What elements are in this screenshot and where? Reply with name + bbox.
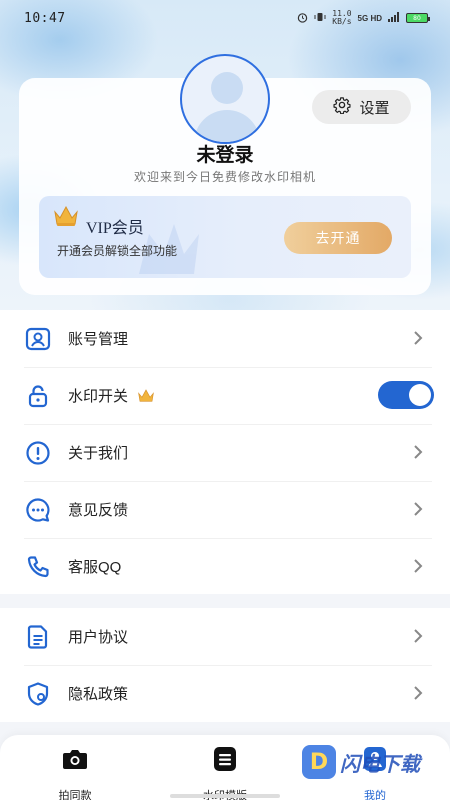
nav-label: 拍同款 bbox=[58, 790, 92, 800]
welcome-text: 欢迎来到今日免费修改水印相机 bbox=[133, 170, 316, 184]
phone-icon bbox=[24, 553, 52, 581]
menu-item-feedback[interactable]: 意见反馈 bbox=[0, 481, 450, 538]
signal-icon bbox=[388, 12, 400, 24]
menu-label: 账号管理 bbox=[68, 331, 129, 348]
signal-indicator: 5G HD bbox=[357, 13, 382, 23]
toggle-knob bbox=[409, 384, 431, 406]
status-icons: 11.0 KB/s 5G HD 80 bbox=[297, 9, 430, 26]
battery-icon: 80 bbox=[406, 13, 430, 23]
chevron-right-icon bbox=[414, 502, 423, 516]
template-icon bbox=[214, 747, 236, 771]
menu-label: 意见反馈 bbox=[68, 502, 129, 519]
avatar-body-shape bbox=[194, 110, 260, 142]
shield-icon bbox=[24, 680, 52, 708]
settings-label: 设置 bbox=[359, 99, 390, 117]
menu-group-legal: 用户协议 隐私政策 bbox=[0, 608, 450, 722]
net-speed: 11.0 KB/s bbox=[332, 9, 352, 26]
menu-label: 用户协议 bbox=[68, 629, 129, 646]
vip-subtitle: 开通会员解锁全部功能 bbox=[57, 244, 178, 258]
account-icon bbox=[24, 325, 52, 353]
vibrate-icon bbox=[314, 12, 326, 24]
avatar[interactable] bbox=[180, 54, 270, 144]
menu-label: 水印开关 bbox=[68, 388, 129, 405]
status-time: 10:47 bbox=[24, 10, 66, 26]
watermark-text: 闪电下载 bbox=[340, 753, 420, 776]
vip-title: VIP会员 bbox=[86, 220, 144, 237]
login-status[interactable]: 未登录 bbox=[0, 140, 450, 167]
menu-item-account[interactable]: 账号管理 bbox=[0, 310, 450, 367]
menu-item-about[interactable]: 关于我们 bbox=[0, 424, 450, 481]
chevron-right-icon bbox=[414, 629, 423, 643]
watermark-toggle-switch[interactable] bbox=[378, 381, 434, 409]
menu-group-main: 账号管理 水印开关 关于我们 意见反馈 客服QQ bbox=[0, 310, 450, 594]
chevron-right-icon bbox=[414, 331, 423, 345]
chevron-right-icon bbox=[414, 445, 423, 459]
nav-tab-templates[interactable]: 水印模版 bbox=[180, 745, 270, 800]
chevron-right-icon bbox=[414, 686, 423, 700]
nav-label: 我的 bbox=[364, 790, 386, 800]
menu-label: 关于我们 bbox=[68, 445, 129, 462]
camera-icon bbox=[63, 750, 87, 769]
menu-item-customer-service[interactable]: 客服QQ bbox=[0, 538, 450, 595]
avatar-head-shape bbox=[211, 72, 243, 104]
lock-icon bbox=[24, 382, 52, 410]
info-icon bbox=[24, 439, 52, 467]
chevron-right-icon bbox=[414, 559, 423, 573]
vip-crown-icon bbox=[54, 205, 78, 226]
menu-label: 隐私政策 bbox=[68, 686, 129, 703]
vip-activate-button[interactable]: 去开通 bbox=[284, 222, 392, 254]
status-bar: 10:47 11.0 KB/s 5G HD 80 bbox=[0, 0, 450, 36]
home-indicator bbox=[170, 794, 280, 798]
gear-icon bbox=[333, 96, 352, 118]
menu-label: 客服QQ bbox=[68, 559, 122, 576]
alarm-icon bbox=[297, 12, 308, 25]
watermark-logo: D bbox=[302, 745, 336, 779]
nav-tab-shoot[interactable]: 拍同款 bbox=[30, 745, 120, 800]
menu-item-privacy-policy[interactable]: 隐私政策 bbox=[0, 665, 450, 722]
menu-item-user-agreement[interactable]: 用户协议 bbox=[0, 608, 450, 665]
document-icon bbox=[24, 623, 52, 651]
settings-button[interactable]: 设置 bbox=[312, 90, 411, 124]
menu-item-watermark-toggle: 水印开关 bbox=[0, 367, 450, 424]
vip-crown-icon bbox=[138, 388, 154, 402]
chat-icon bbox=[24, 496, 52, 524]
download-site-watermark: D 闪电下载 bbox=[302, 742, 420, 782]
